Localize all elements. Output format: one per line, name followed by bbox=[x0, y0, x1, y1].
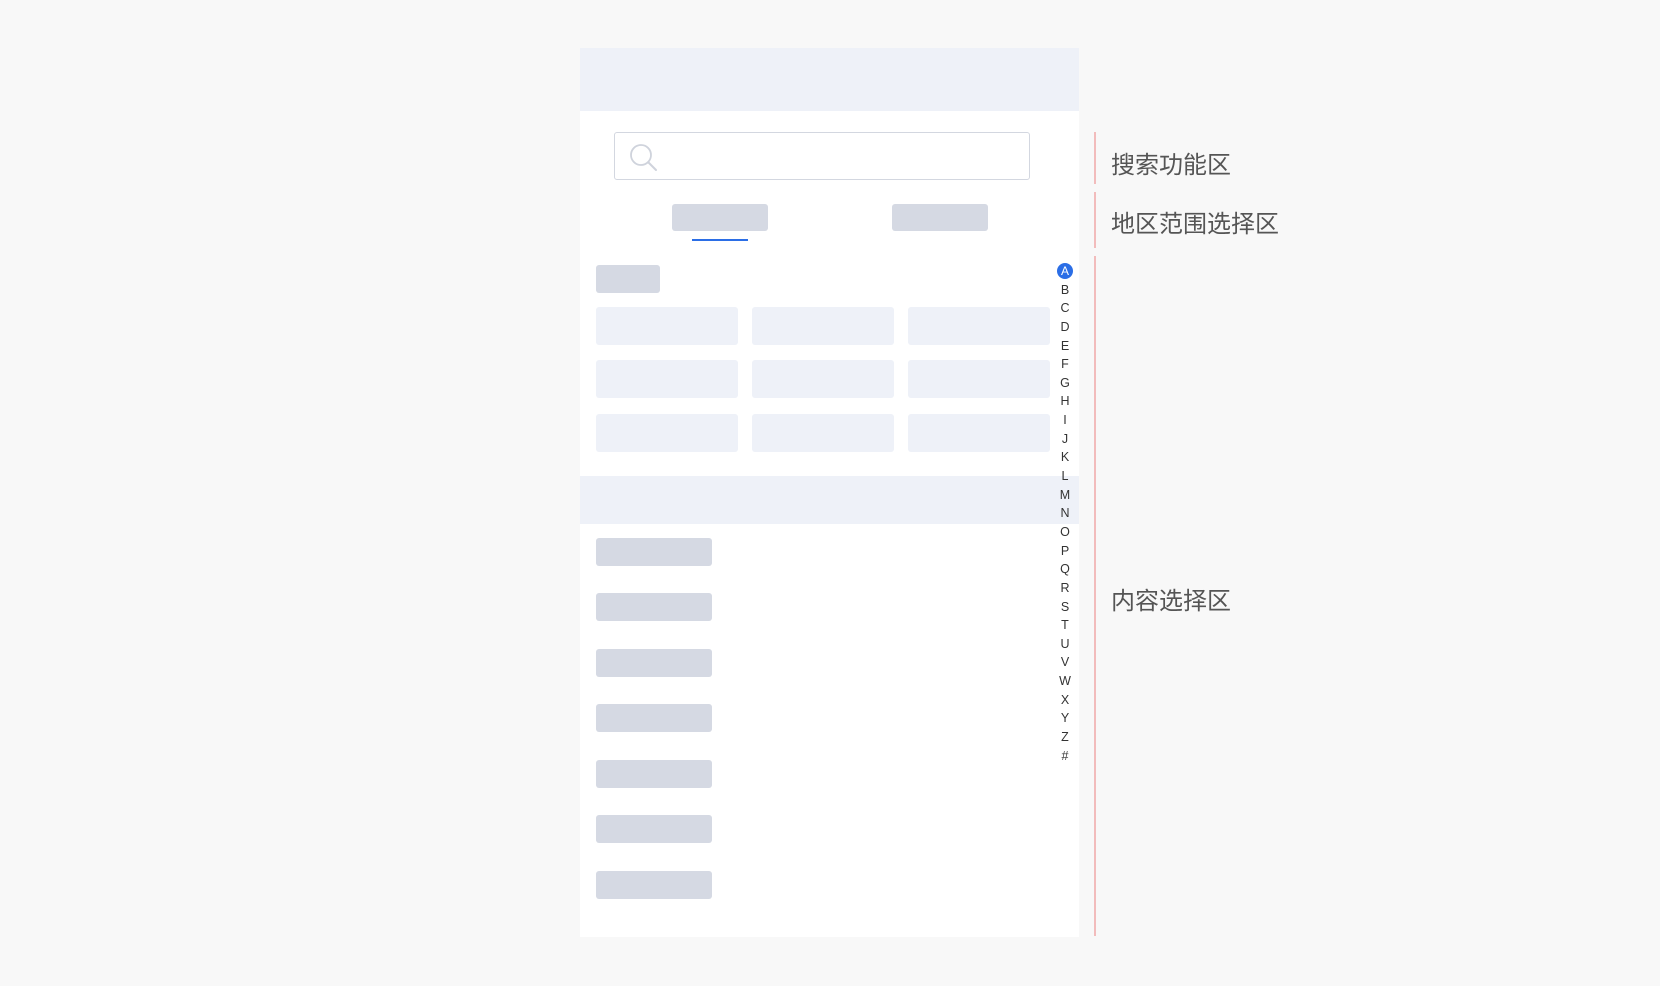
index-letter[interactable]: V bbox=[1056, 653, 1074, 672]
index-letter-label: # bbox=[1061, 748, 1069, 763]
index-letter-label: R bbox=[1060, 580, 1070, 595]
index-letter[interactable]: Z bbox=[1056, 728, 1074, 747]
index-letter-label: S bbox=[1060, 599, 1070, 614]
annotation-line-region bbox=[1094, 192, 1096, 248]
list-item[interactable] bbox=[596, 538, 712, 566]
index-letter-label: J bbox=[1061, 431, 1069, 446]
group-header-band bbox=[580, 476, 1079, 524]
index-letter[interactable]: J bbox=[1056, 430, 1074, 449]
index-letter-label: A bbox=[1057, 263, 1073, 279]
index-letter-label: U bbox=[1060, 636, 1070, 651]
grid-item[interactable] bbox=[596, 414, 738, 452]
index-letter-label: M bbox=[1059, 487, 1071, 502]
index-letter[interactable]: R bbox=[1056, 579, 1074, 598]
index-letter[interactable]: P bbox=[1056, 542, 1074, 561]
section-header-placeholder bbox=[596, 265, 660, 293]
list-item[interactable] bbox=[596, 649, 712, 677]
index-letter-label: F bbox=[1061, 357, 1069, 372]
annotation-label-search: 搜索功能区 bbox=[1111, 151, 1231, 179]
index-letter[interactable]: U bbox=[1056, 635, 1074, 654]
index-letter-label: G bbox=[1060, 375, 1070, 390]
index-letter[interactable]: C bbox=[1056, 299, 1074, 318]
index-letter[interactable]: Y bbox=[1056, 709, 1074, 728]
index-letter[interactable]: I bbox=[1056, 411, 1074, 430]
grid-item[interactable] bbox=[596, 307, 738, 345]
annotation-label-region: 地区范围选择区 bbox=[1111, 210, 1279, 238]
index-letter-label: K bbox=[1060, 450, 1070, 465]
annotation-line-search bbox=[1094, 132, 1096, 184]
index-letter[interactable]: S bbox=[1056, 598, 1074, 617]
index-letter-label: Z bbox=[1061, 730, 1069, 745]
list-item[interactable] bbox=[596, 593, 712, 621]
list-item[interactable] bbox=[596, 704, 712, 732]
tab-region-1[interactable] bbox=[672, 204, 768, 231]
index-letter-label: Q bbox=[1060, 562, 1070, 577]
index-letter-label: O bbox=[1060, 524, 1070, 539]
annotation-line-content bbox=[1094, 256, 1096, 936]
index-letter[interactable]: D bbox=[1056, 318, 1074, 337]
index-letter-label: V bbox=[1060, 655, 1070, 670]
index-letter-label: C bbox=[1060, 301, 1070, 316]
index-letter[interactable]: F bbox=[1056, 355, 1074, 374]
list-item[interactable] bbox=[596, 815, 712, 843]
grid-item[interactable] bbox=[752, 360, 894, 398]
grid-item[interactable] bbox=[752, 414, 894, 452]
grid-item[interactable] bbox=[752, 307, 894, 345]
index-letter-label: E bbox=[1060, 338, 1070, 353]
search-input[interactable] bbox=[667, 139, 1021, 175]
phone-mockup: A B C D E F G H I J K L M N O P Q R S T U V W X Y Z # bbox=[580, 48, 1079, 937]
list-item[interactable] bbox=[596, 760, 712, 788]
active-tab-indicator bbox=[692, 239, 748, 241]
index-letter[interactable]: L bbox=[1056, 467, 1074, 486]
tab-region-2[interactable] bbox=[892, 204, 988, 231]
index-letter[interactable]: T bbox=[1056, 616, 1074, 635]
index-letter[interactable]: M bbox=[1056, 486, 1074, 505]
index-letter-label: W bbox=[1059, 674, 1071, 689]
index-letter[interactable]: # bbox=[1056, 747, 1074, 766]
index-letter[interactable]: Q bbox=[1056, 560, 1074, 579]
index-letter-label: X bbox=[1060, 692, 1070, 707]
index-letter[interactable]: B bbox=[1056, 281, 1074, 300]
index-letter[interactable]: K bbox=[1056, 448, 1074, 467]
index-letter[interactable]: X bbox=[1056, 691, 1074, 710]
index-letter-label: I bbox=[1063, 413, 1067, 428]
index-letter[interactable]: G bbox=[1056, 374, 1074, 393]
index-letter[interactable]: A bbox=[1056, 262, 1074, 281]
index-letter-label: T bbox=[1061, 618, 1069, 633]
header-bar bbox=[580, 48, 1079, 111]
index-letter[interactable]: O bbox=[1056, 523, 1074, 542]
grid-item[interactable] bbox=[596, 360, 738, 398]
index-letter[interactable]: N bbox=[1056, 504, 1074, 523]
index-letter[interactable]: E bbox=[1056, 337, 1074, 356]
alphabet-index[interactable]: A B C D E F G H I J K L M N O P Q R S T U V W X Y Z # bbox=[1056, 262, 1074, 765]
grid-item[interactable] bbox=[908, 360, 1050, 398]
index-letter-label: H bbox=[1060, 394, 1070, 409]
grid-item[interactable] bbox=[908, 414, 1050, 452]
index-letter-label: L bbox=[1061, 469, 1069, 484]
search-icon bbox=[630, 144, 657, 171]
index-letter-label: D bbox=[1060, 319, 1070, 334]
index-letter-label: B bbox=[1060, 282, 1070, 297]
list-item[interactable] bbox=[596, 871, 712, 899]
annotation-label-content: 内容选择区 bbox=[1111, 587, 1231, 615]
search-box[interactable] bbox=[614, 132, 1030, 180]
index-letter-label: P bbox=[1060, 543, 1070, 558]
grid-item[interactable] bbox=[908, 307, 1050, 345]
index-letter[interactable]: H bbox=[1056, 392, 1074, 411]
index-letter[interactable]: W bbox=[1056, 672, 1074, 691]
index-letter-label: Y bbox=[1060, 711, 1070, 726]
index-letter-label: N bbox=[1060, 506, 1070, 521]
